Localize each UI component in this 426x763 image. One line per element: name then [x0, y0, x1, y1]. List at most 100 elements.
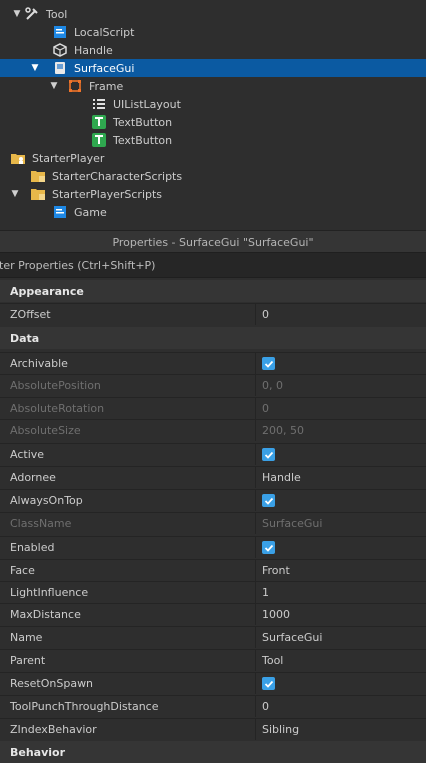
property-value[interactable]: SurfaceGui: [256, 627, 426, 648]
property-row-absoluterotation[interactable]: AbsoluteRotation 0: [0, 397, 426, 419]
property-row-zindexbehavior[interactable]: ZIndexBehavior Sibling: [0, 718, 426, 740]
checkbox-checked-icon[interactable]: [262, 541, 275, 554]
tree-item-frame[interactable]: ▼ Frame: [0, 77, 426, 95]
tree-item-startercharacterscripts[interactable]: StarterCharacterScripts: [0, 167, 426, 185]
property-row-maxdistance[interactable]: MaxDistance 1000: [0, 603, 426, 625]
property-row-face[interactable]: Face Front: [0, 559, 426, 581]
surfacegui-icon: [52, 60, 68, 76]
property-name: AbsoluteRotation: [0, 398, 256, 419]
properties-title-text: Properties - SurfaceGui "SurfaceGui": [112, 235, 314, 249]
property-row-toolpunchthroughdistance[interactable]: ToolPunchThroughDistance 0: [0, 695, 426, 717]
section-label: Behavior: [10, 745, 66, 759]
tree-item-textbutton[interactable]: TextButton: [0, 131, 426, 149]
checkbox-checked-icon[interactable]: [262, 677, 275, 690]
property-name: ZOffset: [0, 304, 256, 325]
property-name: ResetOnSpawn: [0, 673, 256, 694]
properties-grid: Appearance ZOffset 0 Data Archivable Abs…: [0, 280, 426, 763]
property-name: Active: [0, 444, 256, 465]
section-label: Appearance: [10, 284, 84, 298]
tree-item-label: LocalScript: [74, 25, 135, 39]
property-value[interactable]: Sibling: [256, 719, 426, 740]
property-name: Adornee: [0, 467, 256, 488]
property-row-absoluteposition[interactable]: AbsolutePosition 0, 0: [0, 374, 426, 396]
property-value[interactable]: 0: [256, 304, 426, 325]
property-row-classname[interactable]: ClassName SurfaceGui: [0, 512, 426, 534]
property-name: AbsoluteSize: [0, 420, 256, 441]
property-name: ZIndexBehavior: [0, 719, 256, 740]
property-name: ToolPunchThroughDistance: [0, 696, 256, 717]
property-row-name[interactable]: Name SurfaceGui: [0, 626, 426, 648]
starterplayer-icon: [10, 150, 26, 166]
section-label: Data: [10, 331, 40, 345]
property-value[interactable]: Front: [256, 560, 426, 581]
property-name: AbsolutePosition: [0, 375, 256, 396]
property-row-lightinfluence[interactable]: LightInfluence 1: [0, 581, 426, 603]
tree-item-game[interactable]: Game: [0, 203, 426, 221]
tree-item-handle[interactable]: Handle: [0, 41, 426, 59]
frame-icon: [67, 78, 83, 94]
property-name: Enabled: [0, 537, 256, 558]
property-value: 0, 0: [262, 379, 283, 392]
tree-item-label: Game: [74, 205, 107, 219]
chevron-down-icon[interactable]: ▼: [47, 81, 61, 91]
tree-item-label: UIListLayout: [113, 97, 181, 111]
tree-item-surfacegui[interactable]: ▼ SurfaceGui: [0, 59, 426, 77]
tree-item-starterplayerscripts[interactable]: ▼ StarterPlayerScripts: [0, 185, 426, 203]
tree-item-label: Tool: [46, 7, 68, 21]
property-row-active[interactable]: Active: [0, 443, 426, 465]
localscript-icon: [52, 24, 68, 40]
folder-icon: [30, 168, 46, 184]
property-value[interactable]: 1: [256, 582, 426, 603]
property-value: 200, 50: [262, 424, 304, 437]
property-row-adornee[interactable]: Adornee Handle: [0, 466, 426, 488]
property-name: Parent: [0, 650, 256, 671]
properties-title: Properties - SurfaceGui "SurfaceGui": [0, 230, 426, 253]
section-data[interactable]: Data: [0, 327, 426, 349]
property-value[interactable]: 1000: [256, 604, 426, 625]
checkbox-checked-icon[interactable]: [262, 494, 275, 507]
tree-item-label: StarterCharacterScripts: [52, 169, 183, 183]
property-name: ClassName: [0, 513, 256, 534]
tree-item-label: StarterPlayerScripts: [52, 187, 163, 201]
property-row-resetonspawn[interactable]: ResetOnSpawn: [0, 672, 426, 694]
tree-item-localscript[interactable]: LocalScript: [0, 23, 426, 41]
property-value: SurfaceGui: [262, 517, 323, 530]
tree-item-label: SurfaceGui: [74, 61, 135, 75]
textbutton-icon: [91, 114, 107, 130]
property-value[interactable]: Handle: [256, 467, 426, 488]
tree-item-textbutton[interactable]: TextButton: [0, 113, 426, 131]
property-row-zoffset[interactable]: ZOffset 0: [0, 303, 426, 325]
property-row-parent[interactable]: Parent Tool: [0, 649, 426, 671]
tree-item-label: TextButton: [113, 133, 173, 147]
textbutton-icon: [91, 132, 107, 148]
tree-item-tool[interactable]: ▼ Tool: [0, 5, 426, 23]
section-appearance[interactable]: Appearance: [0, 280, 426, 302]
property-name: MaxDistance: [0, 604, 256, 625]
chevron-down-icon[interactable]: ▼: [28, 63, 42, 73]
explorer-panel: ▼ Tool LocalScript Handle ▼ SurfaceGui ▼: [0, 0, 426, 225]
tree-item-starterplayer[interactable]: StarterPlayer: [0, 149, 426, 167]
chevron-down-icon[interactable]: ▼: [10, 9, 24, 19]
property-name: Name: [0, 627, 256, 648]
checkbox-checked-icon[interactable]: [262, 357, 275, 370]
list-layout-icon: [91, 96, 107, 112]
property-name: AlwaysOnTop: [0, 490, 256, 511]
localscript-icon: [52, 204, 68, 220]
property-value[interactable]: Tool: [256, 650, 426, 671]
property-row-archivable[interactable]: Archivable: [0, 352, 426, 374]
filter-placeholder: lter Properties (Ctrl+Shift+P): [0, 258, 156, 272]
property-row-alwaysontop[interactable]: AlwaysOnTop: [0, 489, 426, 511]
property-name: Archivable: [0, 353, 256, 374]
property-value[interactable]: 0: [256, 696, 426, 717]
section-behavior[interactable]: Behavior: [0, 741, 426, 763]
tree-item-label: TextButton: [113, 115, 173, 129]
property-value: 0: [262, 402, 269, 415]
tree-item-uilistlayout[interactable]: UIListLayout: [0, 95, 426, 113]
tree-item-label: Frame: [89, 79, 124, 93]
tree-item-label: StarterPlayer: [32, 151, 105, 165]
property-row-absolutesize[interactable]: AbsoluteSize 200, 50: [0, 419, 426, 441]
filter-properties-input[interactable]: lter Properties (Ctrl+Shift+P): [0, 252, 426, 278]
chevron-down-icon[interactable]: ▼: [8, 189, 22, 199]
checkbox-checked-icon[interactable]: [262, 448, 275, 461]
property-row-enabled[interactable]: Enabled: [0, 536, 426, 558]
